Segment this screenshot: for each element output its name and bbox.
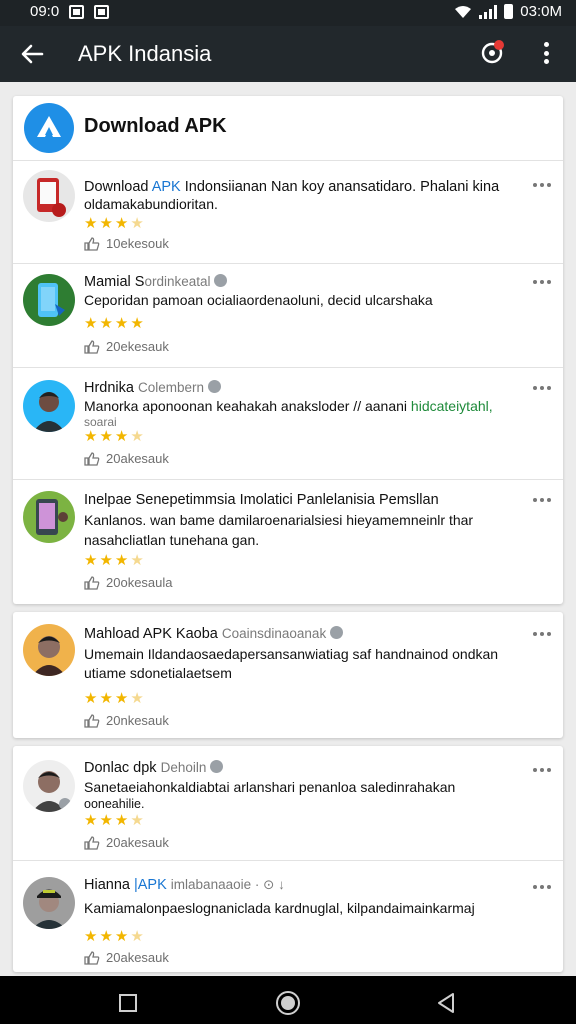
thumbs-up-icon (84, 835, 100, 850)
rating-stars: ★★★★ (84, 215, 146, 232)
record-icon[interactable] (480, 39, 506, 65)
likes-row[interactable]: 20okesaula (84, 575, 173, 590)
item-title: Donlac dpk Dehoiln (84, 760, 521, 776)
item-title: Download APK Indonsiianan Nan koy anansa… (84, 179, 500, 195)
likes-count: 20akesauk (106, 451, 169, 466)
item-title: Mahload APK Kaoba Coainsdinaoanak (84, 626, 521, 642)
thumbs-up-icon (84, 236, 100, 251)
verified-icon (214, 274, 228, 287)
likes-count: 20akesauk (106, 835, 169, 850)
user-avatar (23, 877, 75, 929)
item-title: Inelpae Senepetimmsia Imolatici Panlelan… (84, 492, 439, 508)
item-description: Kanlanos. wan bame damilaroenarialsiesi … (84, 512, 474, 528)
app-icon (23, 170, 75, 222)
status-time: 03:0M (520, 3, 562, 20)
item-more-icon[interactable] (533, 280, 551, 284)
battery-icon (504, 4, 514, 19)
list-item[interactable]: Mahload APK Kaoba Coainsdinaoanak Umemai… (13, 612, 563, 738)
item-more-icon[interactable] (533, 768, 551, 772)
rating-stars: ★★★★ (84, 428, 146, 445)
user-avatar (23, 760, 75, 812)
likes-count: 10ekesouk (106, 236, 169, 251)
status-left-text: 09:0 (30, 3, 60, 20)
item-description: Umemain Ildandaosaedapersansanwiatiag sa… (84, 646, 499, 662)
item-description: Kamiamalonpaeslognaniclada kardnuglal, k… (84, 900, 475, 916)
apk-list-card: Download APK Download APK Indonsiianan N… (13, 96, 563, 604)
likes-row[interactable]: 20akesauk (84, 950, 169, 965)
likes-row[interactable]: 20ekesauk (84, 339, 169, 354)
item-description-2: utiame sdonetialaetsem (84, 665, 232, 681)
likes-count: 20ekesauk (106, 339, 169, 354)
list-item[interactable]: Inelpae Senepetimmsia Imolatici Panlelan… (13, 479, 563, 604)
wifi-icon (455, 5, 472, 18)
card-title: Download APK (84, 115, 227, 137)
verified-icon (330, 626, 344, 639)
likes-row[interactable]: 10ekesouk (84, 236, 169, 251)
list-item[interactable]: Hianna |APK imlabanaaoie · ⊙ ↓ Kamiamalo… (13, 860, 563, 972)
likes-count: 20akesauk (106, 950, 169, 965)
thumbs-up-icon (84, 339, 100, 354)
apk-list-card: Mahload APK Kaoba Coainsdinaoanak Umemai… (13, 612, 563, 738)
rating-stars: ★★★★ (84, 315, 146, 332)
likes-count: 20nkesauk (106, 713, 169, 728)
system-nav-bar (0, 976, 576, 1024)
item-description-2: nasahcliatlan tunehana gan. (84, 532, 260, 548)
recents-icon[interactable] (119, 994, 137, 1012)
item-description-2: ooneahilie. (84, 797, 145, 811)
item-title: Hrdnika Colembern (84, 380, 521, 396)
item-more-icon[interactable] (533, 183, 551, 187)
verified-icon (210, 760, 224, 773)
item-more-icon[interactable] (533, 632, 551, 636)
status-bar: 09:0 03:0M (0, 0, 576, 26)
list-item[interactable]: Donlac dpk Dehoiln Sanetaeiahonkaldiabta… (13, 746, 563, 860)
back-triangle-icon[interactable] (436, 992, 456, 1014)
item-title: Hianna |APK imlabanaaoie · ⊙ ↓ (84, 877, 285, 893)
thumbs-up-icon (84, 950, 100, 965)
thumbs-up-icon (84, 713, 100, 728)
card-header: Download APK (13, 96, 563, 160)
thumbs-up-icon (84, 451, 100, 466)
thumbs-up-icon (84, 575, 100, 590)
item-title: Mamial Sordinkeatal (84, 274, 521, 290)
list-item[interactable]: Mamial Sordinkeatal Ceporidan pamoan oci… (13, 263, 563, 367)
item-more-icon[interactable] (533, 498, 551, 502)
home-icon[interactable] (276, 991, 300, 1015)
likes-row[interactable]: 20akesauk (84, 451, 169, 466)
item-more-icon[interactable] (533, 885, 551, 889)
list-item[interactable]: Download APK Indonsiianan Nan koy anansa… (13, 160, 563, 263)
notification-icon (69, 4, 85, 19)
list-item[interactable]: Hrdnika Colembern Manorka aponoonan keah… (13, 367, 563, 479)
item-description: oldamakabundioritan. (84, 196, 218, 212)
upload-icon (37, 116, 61, 137)
app-bar: APK Indansia (0, 26, 576, 82)
app-icon (23, 274, 75, 326)
user-avatar (23, 380, 75, 432)
user-avatar (23, 624, 75, 676)
apk-list-card: Donlac dpk Dehoiln Sanetaeiahonkaldiabta… (13, 746, 563, 972)
app-logo (24, 103, 74, 153)
item-description-2: soarai (84, 415, 117, 429)
back-arrow-icon[interactable] (18, 40, 46, 68)
signal-icon (479, 4, 498, 19)
likes-count: 20okesaula (106, 575, 173, 590)
verified-icon (208, 380, 222, 393)
notification-icon-2 (94, 4, 110, 19)
rating-stars: ★★★★ (84, 928, 146, 945)
rating-stars: ★★★★ (84, 552, 146, 569)
rating-stars: ★★★★ (84, 690, 146, 707)
item-more-icon[interactable] (533, 386, 551, 390)
item-description: Ceporidan pamoan ocialiaordenaoluni, dec… (84, 292, 433, 308)
app-icon (23, 491, 75, 543)
likes-row[interactable]: 20nkesauk (84, 713, 169, 728)
rating-stars: ★★★★ (84, 812, 146, 829)
overflow-menu-icon[interactable] (540, 40, 552, 66)
item-description: Sanetaeiahonkaldiabtai arlanshari penanl… (84, 779, 456, 795)
likes-row[interactable]: 20akesauk (84, 835, 169, 850)
app-bar-title: APK Indansia (78, 41, 212, 66)
